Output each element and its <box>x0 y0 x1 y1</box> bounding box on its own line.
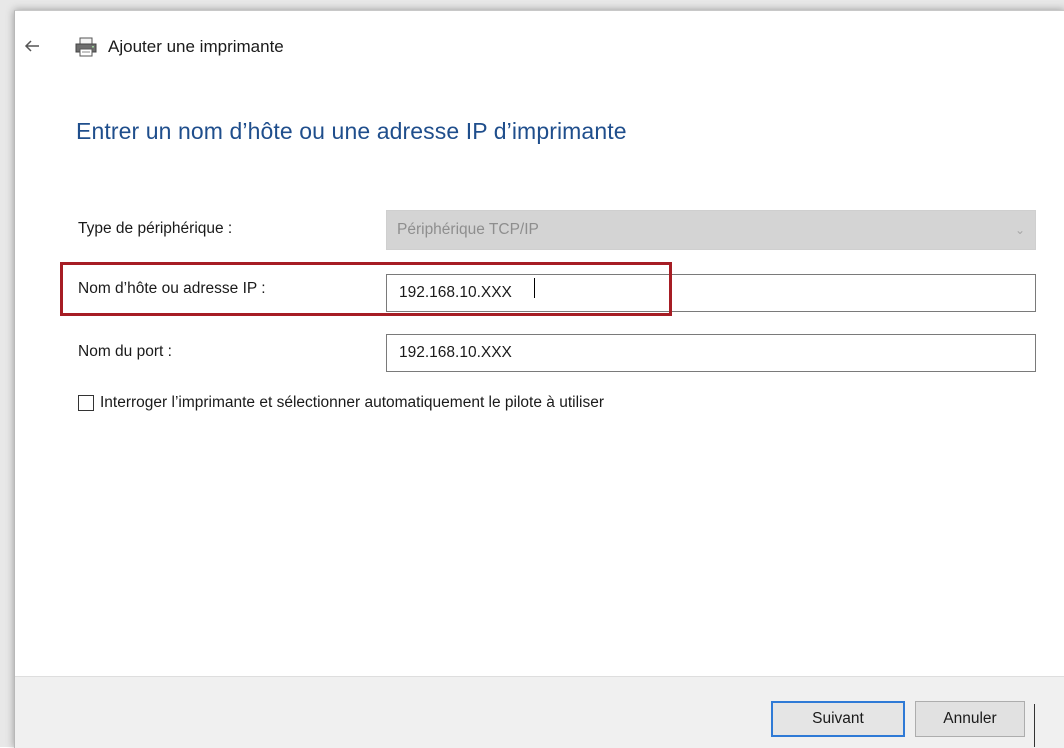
arrow-left-icon <box>24 40 39 52</box>
hostname-label: Nom d’hôte ou adresse IP : <box>78 280 266 297</box>
device-type-label: Type de périphérique : <box>78 220 233 237</box>
device-type-select: Périphérique TCP/IP ⌄ <box>386 210 1036 250</box>
chevron-down-icon: ⌄ <box>1014 223 1025 237</box>
title-bar: Ajouter une imprimante <box>74 34 284 60</box>
window-edge <box>1034 704 1035 747</box>
query-printer-checkbox[interactable] <box>78 395 94 411</box>
hostname-input[interactable] <box>386 274 1036 312</box>
text-caret <box>534 278 535 298</box>
dialog-window: Ajouter une imprimante Entrer un nom d’h… <box>0 0 1064 748</box>
page-heading: Entrer un nom d’hôte ou une adresse IP d… <box>76 118 627 144</box>
back-button[interactable] <box>22 36 46 58</box>
dialog-footer: Suivant Annuler <box>15 676 1064 748</box>
port-label: Nom du port : <box>78 343 172 360</box>
query-printer-checkbox-row[interactable]: Interroger l’imprimante et sélectionner … <box>78 394 604 412</box>
cancel-button[interactable]: Annuler <box>915 701 1025 737</box>
printer-icon <box>75 37 97 57</box>
device-type-value: Périphérique TCP/IP <box>397 221 539 238</box>
window-title: Ajouter une imprimante <box>108 37 284 56</box>
port-input[interactable] <box>386 334 1036 372</box>
query-printer-checkbox-label[interactable]: Interroger l’imprimante et sélectionner … <box>100 394 604 412</box>
next-button[interactable]: Suivant <box>771 701 905 737</box>
